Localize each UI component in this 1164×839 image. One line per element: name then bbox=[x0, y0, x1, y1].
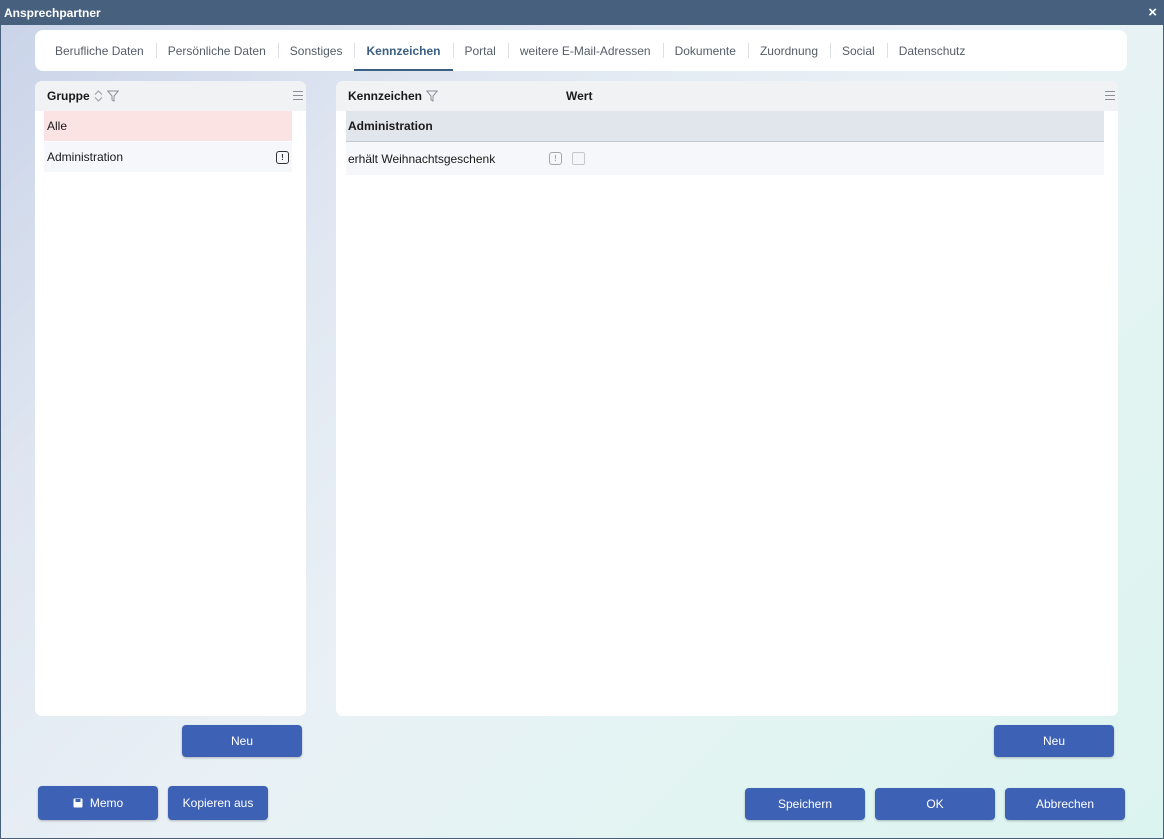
filter-icon[interactable] bbox=[426, 90, 439, 102]
column-wert-label[interactable]: Wert bbox=[566, 89, 592, 103]
group-item-label: Alle bbox=[47, 119, 68, 133]
group-header-label[interactable]: Gruppe bbox=[47, 89, 90, 103]
group-item-administration[interactable]: Administration ! bbox=[44, 142, 292, 172]
tab-persoenliche-daten[interactable]: Persönliche Daten bbox=[155, 30, 278, 71]
new-flag-button[interactable]: Neu bbox=[994, 725, 1114, 757]
flag-value-checkbox[interactable] bbox=[572, 152, 585, 165]
tab-datenschutz[interactable]: Datenschutz bbox=[886, 30, 978, 71]
sort-icon[interactable] bbox=[94, 90, 103, 102]
exclamation-icon[interactable]: ! bbox=[549, 152, 562, 165]
column-menu-icon[interactable] bbox=[1105, 91, 1115, 100]
cancel-button[interactable]: Abbrechen bbox=[1005, 788, 1125, 820]
group-header: Gruppe bbox=[35, 81, 306, 111]
column-menu-icon[interactable] bbox=[293, 91, 303, 100]
group-panel: Gruppe Alle Administration ! bbox=[35, 81, 306, 716]
tab-sonstiges[interactable]: Sonstiges bbox=[277, 30, 355, 71]
tab-social[interactable]: Social bbox=[830, 30, 887, 71]
tab-zuordnung[interactable]: Zuordnung bbox=[747, 30, 830, 71]
save-button[interactable]: Speichern bbox=[745, 788, 865, 820]
flag-row: erhält Weihnachtsgeschenk ! bbox=[346, 142, 1104, 175]
dialog-window: Ansprechpartner × Berufliche Daten Persö… bbox=[0, 0, 1164, 839]
tab-dokumente[interactable]: Dokumente bbox=[662, 30, 748, 71]
copy-from-button[interactable]: Kopieren aus bbox=[168, 786, 268, 820]
new-group-button[interactable]: Neu bbox=[182, 725, 302, 757]
title-bar: Ansprechpartner × bbox=[1, 1, 1163, 25]
tab-portal[interactable]: Portal bbox=[452, 30, 508, 71]
tab-bar: Berufliche Daten Persönliche Daten Sonst… bbox=[35, 30, 1127, 71]
flag-header: Kennzeichen Wert bbox=[336, 81, 1118, 111]
save-icon bbox=[73, 798, 83, 808]
window-title: Ansprechpartner bbox=[4, 6, 101, 20]
column-kennzeichen-label: Kennzeichen bbox=[348, 89, 423, 103]
flag-label: erhält Weihnachtsgeschenk bbox=[348, 151, 496, 166]
group-item-alle[interactable]: Alle bbox=[44, 111, 292, 141]
flag-panel: Kennzeichen Wert Administration erhält W… bbox=[336, 81, 1118, 716]
tab-berufliche-daten[interactable]: Berufliche Daten bbox=[43, 30, 156, 71]
ok-button[interactable]: OK bbox=[875, 788, 995, 820]
memo-button[interactable]: Memo bbox=[38, 786, 158, 820]
column-kennzeichen[interactable]: Kennzeichen bbox=[348, 89, 439, 103]
group-item-label: Administration bbox=[47, 150, 124, 164]
flag-group-row: Administration bbox=[346, 111, 1104, 142]
exclamation-icon[interactable]: ! bbox=[276, 151, 289, 164]
close-icon[interactable]: × bbox=[1148, 4, 1157, 22]
flag-group-label: Administration bbox=[348, 119, 433, 133]
filter-icon[interactable] bbox=[106, 90, 119, 102]
tab-kennzeichen[interactable]: Kennzeichen bbox=[354, 30, 453, 71]
memo-button-label: Memo bbox=[89, 796, 124, 810]
tab-weitere-email-adressen[interactable]: weitere E-Mail-Adressen bbox=[507, 30, 663, 71]
